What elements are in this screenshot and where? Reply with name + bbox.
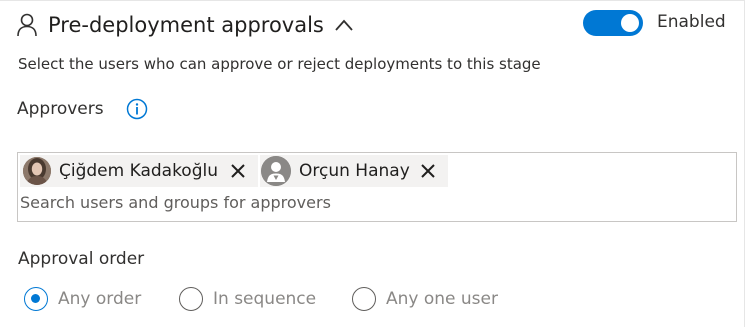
radio-circle — [24, 287, 48, 311]
person-icon — [17, 13, 37, 37]
approver-pill: Orçun Hanay — [260, 155, 448, 187]
approver-name: Çiğdem Kadakoğlu — [59, 161, 219, 181]
approval-order-label: Approval order — [18, 249, 145, 269]
approver-pill: Çiğdem Kadakoğlu — [20, 155, 258, 187]
chevron-up-icon[interactable] — [334, 18, 354, 32]
section-title: Pre-deployment approvals — [48, 13, 324, 37]
section-header[interactable]: Pre-deployment approvals — [16, 10, 354, 40]
approvers-label: Approvers — [17, 99, 104, 119]
default-user-avatar — [261, 156, 291, 186]
approvers-picker[interactable]: Çiğdem Kadakoğlu Orçun Hanay — [17, 152, 737, 222]
approvers-search-input[interactable] — [20, 193, 720, 212]
approver-name: Orçun Hanay — [299, 161, 410, 181]
section-description: Select the users who can approve or reje… — [18, 55, 541, 73]
radio-in-sequence[interactable]: In sequence — [179, 287, 316, 311]
radio-any-order[interactable]: Any order — [24, 287, 141, 311]
toggle-label: Enabled — [657, 12, 726, 32]
enabled-toggle[interactable] — [583, 10, 643, 36]
radio-label: In sequence — [213, 289, 317, 309]
radio-circle — [352, 287, 376, 311]
radio-circle — [179, 287, 203, 311]
radio-label: Any order — [58, 289, 142, 309]
close-icon[interactable] — [230, 163, 246, 179]
close-icon[interactable] — [420, 163, 436, 179]
info-icon[interactable] — [126, 98, 148, 120]
photo-avatar — [23, 157, 51, 185]
toggle-knob — [621, 14, 639, 32]
radio-label: Any one user — [386, 289, 498, 309]
radio-any-one-user[interactable]: Any one user — [352, 287, 498, 311]
